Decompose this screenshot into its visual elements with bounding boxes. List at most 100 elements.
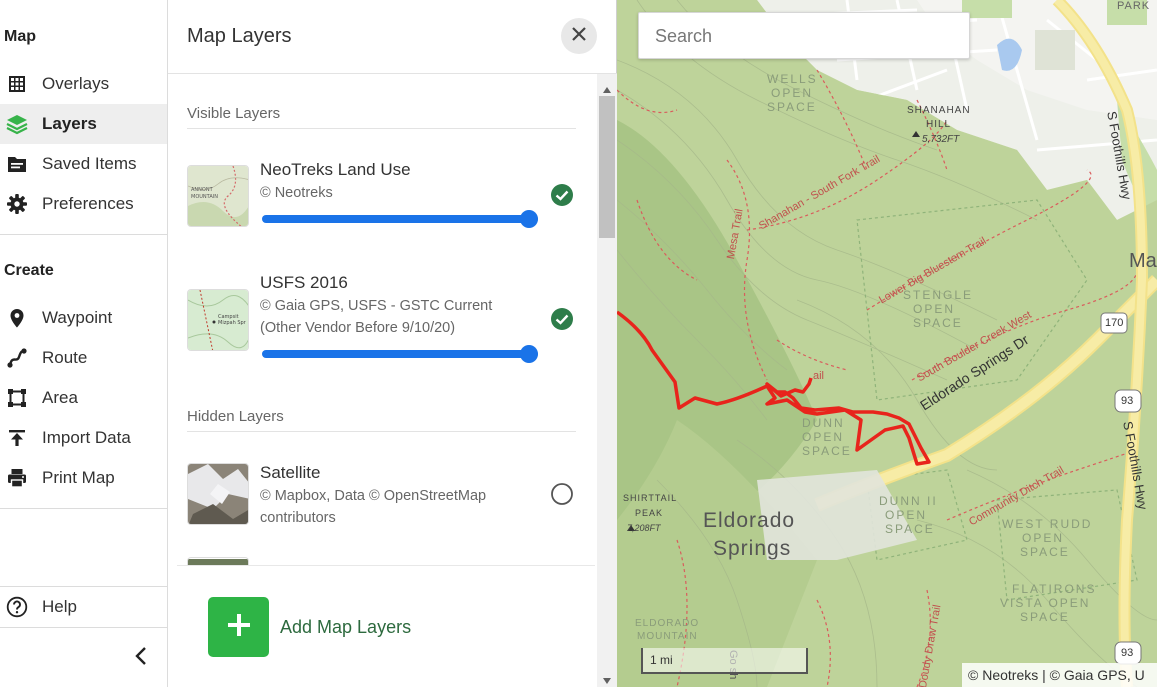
add-map-layers-button[interactable] [208, 597, 269, 657]
scroll-up-icon[interactable] [602, 81, 612, 93]
map-view[interactable]: WELLS OPEN SPACE SHANAHAN HILL 5,732FT S… [617, 0, 1157, 687]
chevron-left-icon [134, 646, 148, 671]
map-label-ma: Ma [1129, 250, 1157, 272]
map-label-eldorado: Eldorado [703, 509, 796, 532]
svg-text:ANNONT: ANNONT [191, 187, 214, 193]
map-label-west-rudd: WEST RUDD [1002, 517, 1093, 531]
check-circle-icon [550, 184, 574, 211]
section-divider [187, 128, 576, 129]
map-label-vista-open: VISTA OPEN [1000, 596, 1091, 610]
slider-track [262, 350, 538, 358]
sidebar-item-label: Import Data [42, 428, 131, 447]
sidebar-item-label: Overlays [42, 74, 110, 93]
sidebar-item-label: Print Map [42, 468, 115, 487]
sidebar-item-label: Help [42, 597, 77, 616]
folder-icon [0, 153, 34, 175]
usfs-thumbnail: Campsit Mizpah Spr [187, 289, 249, 351]
sidebar-item-label: Route [42, 348, 88, 367]
slider-track [262, 215, 538, 223]
panel-header: Map Layers [168, 0, 617, 74]
sidebar-item-label: Waypoint [42, 308, 113, 327]
sidebar-item-label: Area [42, 388, 78, 407]
area-icon [0, 387, 34, 409]
layer-name: Satellite [260, 463, 321, 482]
scrollbar-thumb[interactable] [599, 96, 615, 238]
map-label-open: OPEN [885, 508, 928, 522]
satellite-thumbnail [187, 463, 249, 525]
create-section-heading: Create [4, 262, 54, 279]
map-label-space: SPACE [1020, 545, 1070, 559]
neotreks-thumbnail: ANNONT MOUNTAIN [187, 165, 249, 227]
map-label-stengle: STENGLE [903, 288, 974, 302]
section-divider [187, 431, 576, 432]
opacity-slider-neotreks[interactable] [262, 210, 538, 228]
map-label-peak: PEAK [635, 508, 664, 518]
panel-title: Map Layers [187, 25, 292, 47]
map-label-peak-elevation: 7,208FT [627, 523, 661, 533]
map-label-space: SPACE [885, 522, 935, 536]
hidden-layers-heading: Hidden Layers [187, 408, 284, 425]
pin-icon [0, 307, 34, 329]
slider-thumb[interactable] [520, 210, 538, 228]
route-93-label: 93 [1121, 647, 1134, 659]
map-label-springs: Springs [713, 537, 792, 560]
svg-text:Mizpah Spr: Mizpah Spr [218, 320, 247, 326]
add-map-layers-label[interactable]: Add Map Layers [280, 617, 411, 638]
svg-text:MOUNTAIN: MOUNTAIN [191, 194, 218, 200]
map-label-shirttail: SHIRTTAIL [623, 493, 678, 503]
sidebar-item-print-map[interactable]: Print Map [0, 458, 167, 498]
sidebar-item-layers[interactable]: Layers [0, 104, 167, 144]
scroll-down-icon[interactable] [602, 672, 612, 684]
layer-source: © Neotreks [260, 185, 333, 201]
sidebar-item-import-data[interactable]: Import Data [0, 418, 167, 458]
layer-visible-checkbox[interactable] [550, 183, 574, 207]
scale-label: 1 mi [650, 653, 673, 667]
visible-layers-heading: Visible Layers [187, 105, 281, 122]
slider-thumb[interactable] [520, 345, 538, 363]
layer-visible-checkbox[interactable] [550, 307, 574, 331]
map-label-park: PARK [1117, 0, 1151, 12]
search-input[interactable]: Search [638, 12, 970, 59]
map-label-open: OPEN [1022, 531, 1065, 545]
plus-icon [226, 612, 252, 643]
empty-circle-icon [550, 483, 574, 510]
nav-divider [0, 234, 167, 235]
map-layers-panel: Map Layers Visible Layers ANNONT MOUNTAIN… [168, 0, 617, 687]
sidebar-item-label: Layers [42, 114, 97, 133]
close-icon [571, 26, 587, 47]
route-93-label: 93 [1121, 395, 1134, 407]
layer-visible-checkbox[interactable] [550, 482, 574, 506]
map-label-trail-fragment: ail [813, 370, 825, 382]
sidebar-item-area[interactable]: Area [0, 378, 167, 418]
sidebar-item-route[interactable]: Route [0, 338, 167, 378]
sidebar-item-saved-items[interactable]: Saved Items [0, 144, 167, 184]
map-label-hill-elevation: 5,732FT [922, 134, 960, 145]
printer-icon [0, 467, 34, 489]
map-label-wells: WELLS [767, 72, 818, 86]
map-label-open: OPEN [771, 86, 814, 100]
check-circle-icon [550, 308, 574, 335]
collapse-sidebar-button[interactable] [128, 645, 154, 671]
sidebar-item-overlays[interactable]: Overlays [0, 64, 167, 104]
route-170-label: 170 [1105, 317, 1124, 329]
layer-source-line2: (Other Vendor Before 9/10/20) [260, 320, 456, 336]
map-label-space: SPACE [767, 100, 817, 114]
route-icon [0, 347, 34, 369]
grid-icon [0, 73, 34, 95]
layer-name: USFS 2016 [260, 273, 348, 292]
opacity-slider-usfs[interactable] [262, 345, 538, 363]
close-panel-button[interactable] [561, 18, 597, 54]
sidebar-item-help[interactable]: Help [0, 587, 167, 627]
map-label-hill: HILL [926, 119, 952, 130]
map-label-open: OPEN [802, 430, 845, 444]
sidebar-item-waypoint[interactable]: Waypoint [0, 298, 167, 338]
map-attribution: © Neotreks | © Gaia GPS, U [962, 663, 1157, 687]
sidebar-item-preferences[interactable]: Preferences [0, 184, 167, 224]
map-section-heading: Map [4, 28, 36, 45]
nav-divider [0, 508, 167, 509]
map-label-shanahan: SHANAHAN [907, 105, 971, 116]
map-label-open: OPEN [913, 302, 956, 316]
layers-icon [0, 113, 34, 135]
gear-icon [0, 193, 34, 215]
layer-name: NeoTreks Land Use [260, 160, 411, 179]
